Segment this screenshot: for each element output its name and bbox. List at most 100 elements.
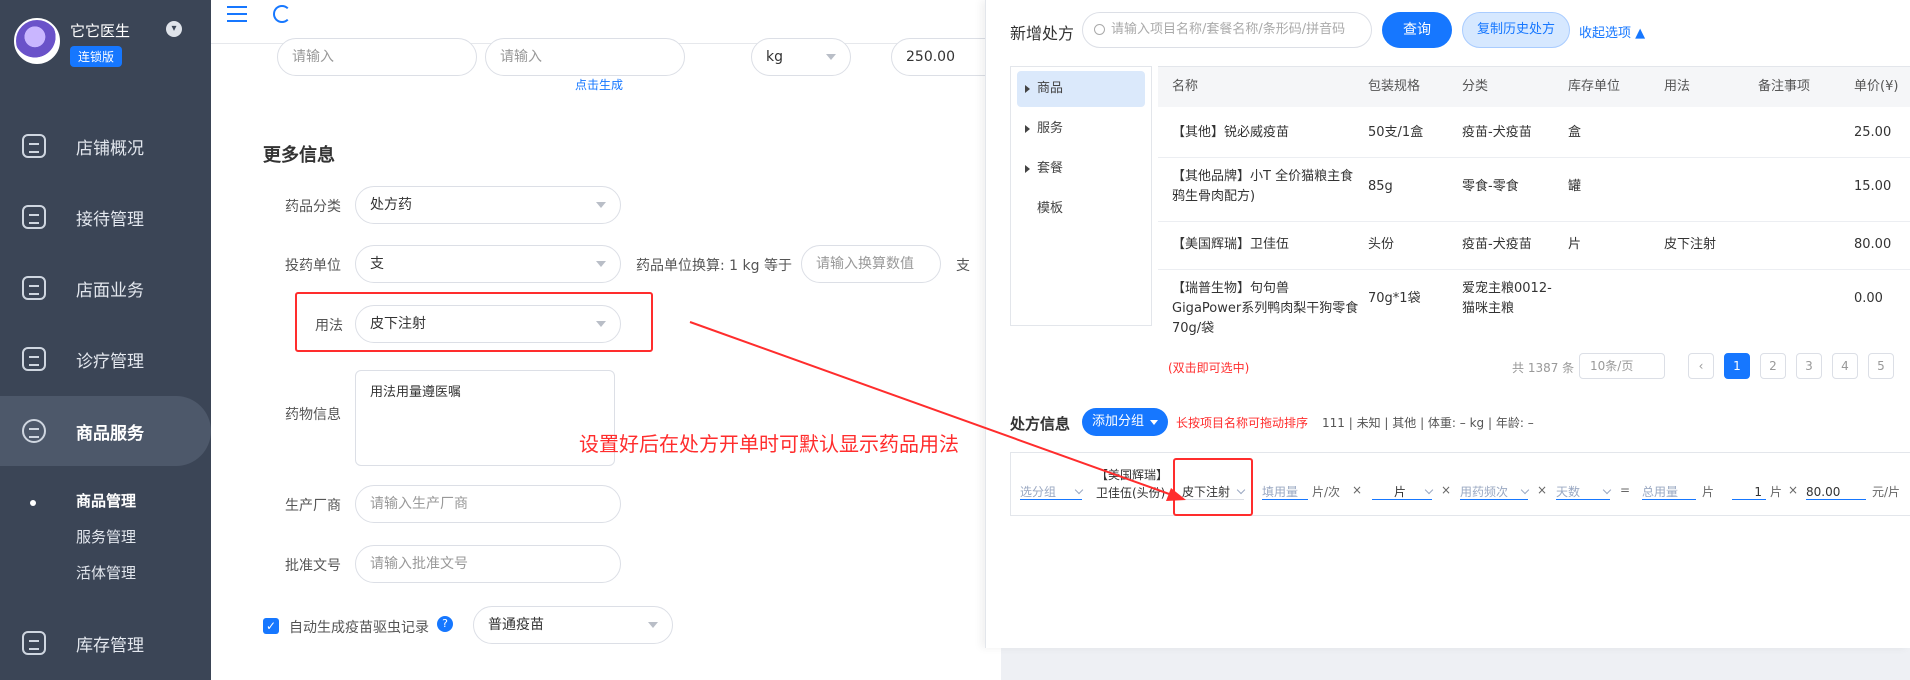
category-select[interactable]: 处方药 xyxy=(355,186,621,224)
top-input-1[interactable]: 请输入 xyxy=(277,38,477,76)
active-dot xyxy=(30,500,36,506)
clipboard-icon xyxy=(22,205,46,229)
column-header: 备注事项 xyxy=(1758,79,1811,94)
times-sign: × xyxy=(1788,483,1799,497)
conversion-input[interactable]: 请输入换算数值 xyxy=(801,245,941,283)
page-button[interactable]: 5 xyxy=(1868,353,1894,379)
chevron-down-icon[interactable]: ▾ xyxy=(166,21,182,37)
conversion-suffix: 支 xyxy=(956,258,970,274)
cell-category: 疫苗-犬疫苗 xyxy=(1462,237,1532,252)
edition-badge: 连锁版 xyxy=(70,46,123,67)
sidebar-subitem-service-management[interactable]: 服务管理 xyxy=(76,526,136,547)
total-dose-input[interactable]: 总用量 xyxy=(1642,484,1696,500)
page-size-select[interactable]: 10条/页 xyxy=(1579,353,1665,379)
sidebar-item-store-business[interactable]: 店面业务 xyxy=(0,253,211,323)
sidebar-subitem-live-animal-management[interactable]: 活体管理 xyxy=(76,562,136,583)
usage-value: 皮下注射 xyxy=(370,316,426,332)
times-sign: × xyxy=(1537,483,1548,497)
quantity-input[interactable]: 1 xyxy=(1732,484,1766,500)
sidebar: 它它医生 连锁版 ▾ 店铺概况 接待管理 店面业务 诊疗管理 商品服务 商品管理… xyxy=(0,0,211,680)
cell-unit: 罐 xyxy=(1568,179,1582,194)
total-count: 共 1387 条 xyxy=(1512,361,1575,375)
cell-spec: 50支/1盒 xyxy=(1368,125,1424,140)
sidebar-item-label: 诊疗管理 xyxy=(76,351,144,372)
page-button[interactable]: 2 xyxy=(1760,353,1786,379)
row-divider xyxy=(1158,157,1910,158)
rx-usage-select[interactable]: 皮下注射 xyxy=(1182,484,1246,500)
category-item-goods[interactable]: 商品 xyxy=(1017,71,1145,107)
query-button[interactable]: 查询 xyxy=(1382,12,1452,48)
group-select[interactable]: 选分组 xyxy=(1020,484,1084,500)
annotation-text: 设置好后在处方开单时可默认显示药品用法 xyxy=(579,432,959,456)
dose-unit: 片/次 xyxy=(1312,485,1341,499)
double-click-hint: (双击即可选中) xyxy=(1168,361,1250,375)
brand-name: 它它医生 xyxy=(70,22,131,40)
chevron-down-icon xyxy=(1150,420,1158,425)
home-icon xyxy=(22,276,46,300)
cell-unit: 片 xyxy=(1568,237,1582,252)
sidebar-item-overview[interactable]: 店铺概况 xyxy=(0,111,211,181)
cell-price: 25.00 xyxy=(1854,125,1892,140)
category-item-packages[interactable]: 套餐 xyxy=(1017,151,1145,187)
category-tree: 商品 服务 套餐 模板 xyxy=(1010,66,1152,326)
conversion-label: 药品单位换算: 1 kg 等于 xyxy=(636,258,792,274)
cell-price: 80.00 xyxy=(1854,237,1892,252)
row-divider xyxy=(1158,269,1910,270)
weight-unit-select[interactable]: kg xyxy=(751,38,851,76)
rx-item-name: 【美国辉瑞】卫佳伍(头份) xyxy=(1096,468,1169,500)
dosing-unit-label: 投药单位 xyxy=(285,258,341,274)
column-header: 包装规格 xyxy=(1368,79,1421,94)
add-group-button[interactable]: 添加分组 xyxy=(1082,408,1168,436)
category-item-templates[interactable]: 模板 xyxy=(1017,191,1145,227)
refresh-icon[interactable] xyxy=(273,5,291,23)
sidebar-item-label: 店铺概况 xyxy=(76,138,144,159)
drug-info-textarea[interactable]: 用法用量遵医嘱 xyxy=(355,370,615,466)
equals-sign: = xyxy=(1620,483,1631,497)
price-input[interactable]: 80.00 xyxy=(1806,484,1866,500)
category-label: 模板 xyxy=(1037,201,1064,216)
category-label: 药品分类 xyxy=(285,199,341,215)
sidebar-item-products[interactable]: 商品服务 xyxy=(0,396,211,466)
collapse-options-link[interactable]: 收起选项 ▲ xyxy=(1579,22,1645,41)
sidebar-item-diagnosis[interactable]: 诊疗管理 xyxy=(0,324,211,394)
prev-page-button[interactable]: ‹ xyxy=(1688,353,1714,379)
column-header: 用法 xyxy=(1664,79,1691,94)
days-select[interactable]: 天数 xyxy=(1556,484,1612,500)
brand-header[interactable]: 它它医生 连锁版 ▾ xyxy=(14,18,204,70)
medical-kit-icon xyxy=(22,347,46,371)
sidebar-item-inventory[interactable]: 库存管理 xyxy=(0,608,211,678)
generate-link[interactable]: 点击生成 xyxy=(575,76,623,93)
search-input[interactable]: 请输入项目名称/套餐名称/条形码/拼音码 xyxy=(1082,12,1372,48)
page-button[interactable]: 3 xyxy=(1796,353,1822,379)
category-label: 商品 xyxy=(1037,81,1064,96)
usage-label: 用法 xyxy=(315,318,343,334)
auto-record-checkbox[interactable]: ✓ xyxy=(263,618,279,634)
sidebar-subitem-product-management[interactable]: 商品管理 xyxy=(76,490,136,511)
cell-name: 【其他品牌】小T 全价猫粮主食鸦生骨肉配方) xyxy=(1172,169,1354,204)
page-button[interactable]: 1 xyxy=(1724,353,1750,379)
cell-category: 疫苗-犬疫苗 xyxy=(1462,125,1532,140)
category-label: 套餐 xyxy=(1037,161,1064,176)
frequency-select[interactable]: 用药频次 xyxy=(1460,484,1530,500)
help-icon[interactable]: ? xyxy=(437,616,453,632)
top-input-2[interactable]: 请输入 xyxy=(485,38,685,76)
dose-input[interactable]: 填用量 xyxy=(1262,484,1308,500)
dosing-unit-select[interactable]: 支 xyxy=(355,245,621,283)
approval-input[interactable]: 请输入批准文号 xyxy=(355,545,621,583)
manufacturer-input[interactable]: 请输入生产厂商 xyxy=(355,485,621,523)
sidebar-item-label: 接待管理 xyxy=(76,209,144,230)
column-header: 分类 xyxy=(1462,79,1489,94)
copy-history-button[interactable]: 复制历史处方 xyxy=(1462,12,1570,48)
unit-select[interactable]: 片 xyxy=(1372,484,1434,500)
vaccine-type-value: 普通疫苗 xyxy=(488,617,544,633)
category-item-services[interactable]: 服务 xyxy=(1017,111,1145,147)
chevron-down-icon xyxy=(648,622,658,628)
cell-usage: 皮下注射 xyxy=(1664,237,1717,252)
menu-icon[interactable] xyxy=(227,6,247,22)
dosing-unit-value: 支 xyxy=(370,256,384,272)
vaccine-type-select[interactable]: 普通疫苗 xyxy=(473,606,673,644)
usage-select[interactable]: 皮下注射 xyxy=(355,305,621,343)
sidebar-item-reception[interactable]: 接待管理 xyxy=(0,182,211,252)
search-icon xyxy=(1094,24,1105,35)
page-button[interactable]: 4 xyxy=(1832,353,1858,379)
